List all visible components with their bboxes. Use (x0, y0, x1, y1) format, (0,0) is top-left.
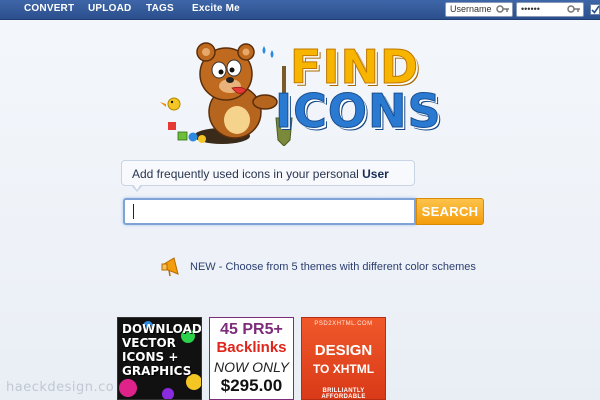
info-bubble-highlight[interactable]: User (362, 167, 389, 181)
ad3-line1: DESIGN (314, 342, 373, 359)
nav-tags[interactable]: TAGS (146, 3, 174, 14)
top-nav-bar: CONVERT UPLOAD TAGS Excite Me Username •… (0, 0, 600, 20)
ad1-line: DOWNLOAD (122, 322, 202, 336)
search-button[interactable]: SEARCH (416, 198, 484, 225)
text-caret (133, 204, 134, 219)
ad3-tagline: BRILLIANTLY AFFORDABLE (321, 388, 366, 400)
ad-download-vector-icons[interactable]: DOWNLOAD VECTOR ICONS + GRAPHICS (117, 317, 202, 400)
ad3-domain: PSD2XHTML.COM (314, 321, 373, 327)
key-icon (567, 5, 580, 13)
ad3-line2: TO XHTML (312, 362, 375, 376)
info-bubble-text: Add frequently used icons in your person… (132, 167, 363, 181)
ad1-text: DOWNLOAD VECTOR ICONS + GRAPHICS (122, 322, 202, 378)
ad1-line: ICONS + (122, 350, 179, 364)
info-bubble: Add frequently used icons in your person… (121, 160, 415, 186)
ad2-price: $295.00 (220, 376, 283, 395)
logo-icons: ICONS (275, 84, 442, 139)
ad1-line: GRAPHICS (122, 364, 192, 378)
ad2-line1: 45 PR5+ (220, 321, 283, 338)
bubble-tail-inner (133, 184, 141, 190)
ad-backlinks[interactable]: 45 PR5+ Backlinks NOW ONLY $295.00 (209, 317, 294, 400)
nav-convert[interactable]: CONVERT (24, 3, 74, 14)
search-input[interactable] (123, 198, 416, 225)
news-line[interactable]: NEW - Choose from 5 themes with differen… (190, 261, 476, 273)
nav-excite-me[interactable]: Excite Me (192, 3, 240, 14)
ad2-line3: NOW ONLY (214, 359, 289, 375)
nav-upload[interactable]: UPLOAD (88, 3, 131, 14)
ad2-line2: Backlinks (216, 339, 287, 356)
ad-design-to-xhtml[interactable]: PSD2XHTML.COM DESIGN TO XHTML BRILLIANTL… (301, 317, 386, 400)
key-icon (496, 5, 509, 13)
ad1-line: VECTOR (122, 336, 176, 350)
watermark: haeckdesign.co (6, 380, 115, 395)
checkbox-icon[interactable] (590, 4, 600, 15)
megaphone-icon (161, 257, 179, 277)
